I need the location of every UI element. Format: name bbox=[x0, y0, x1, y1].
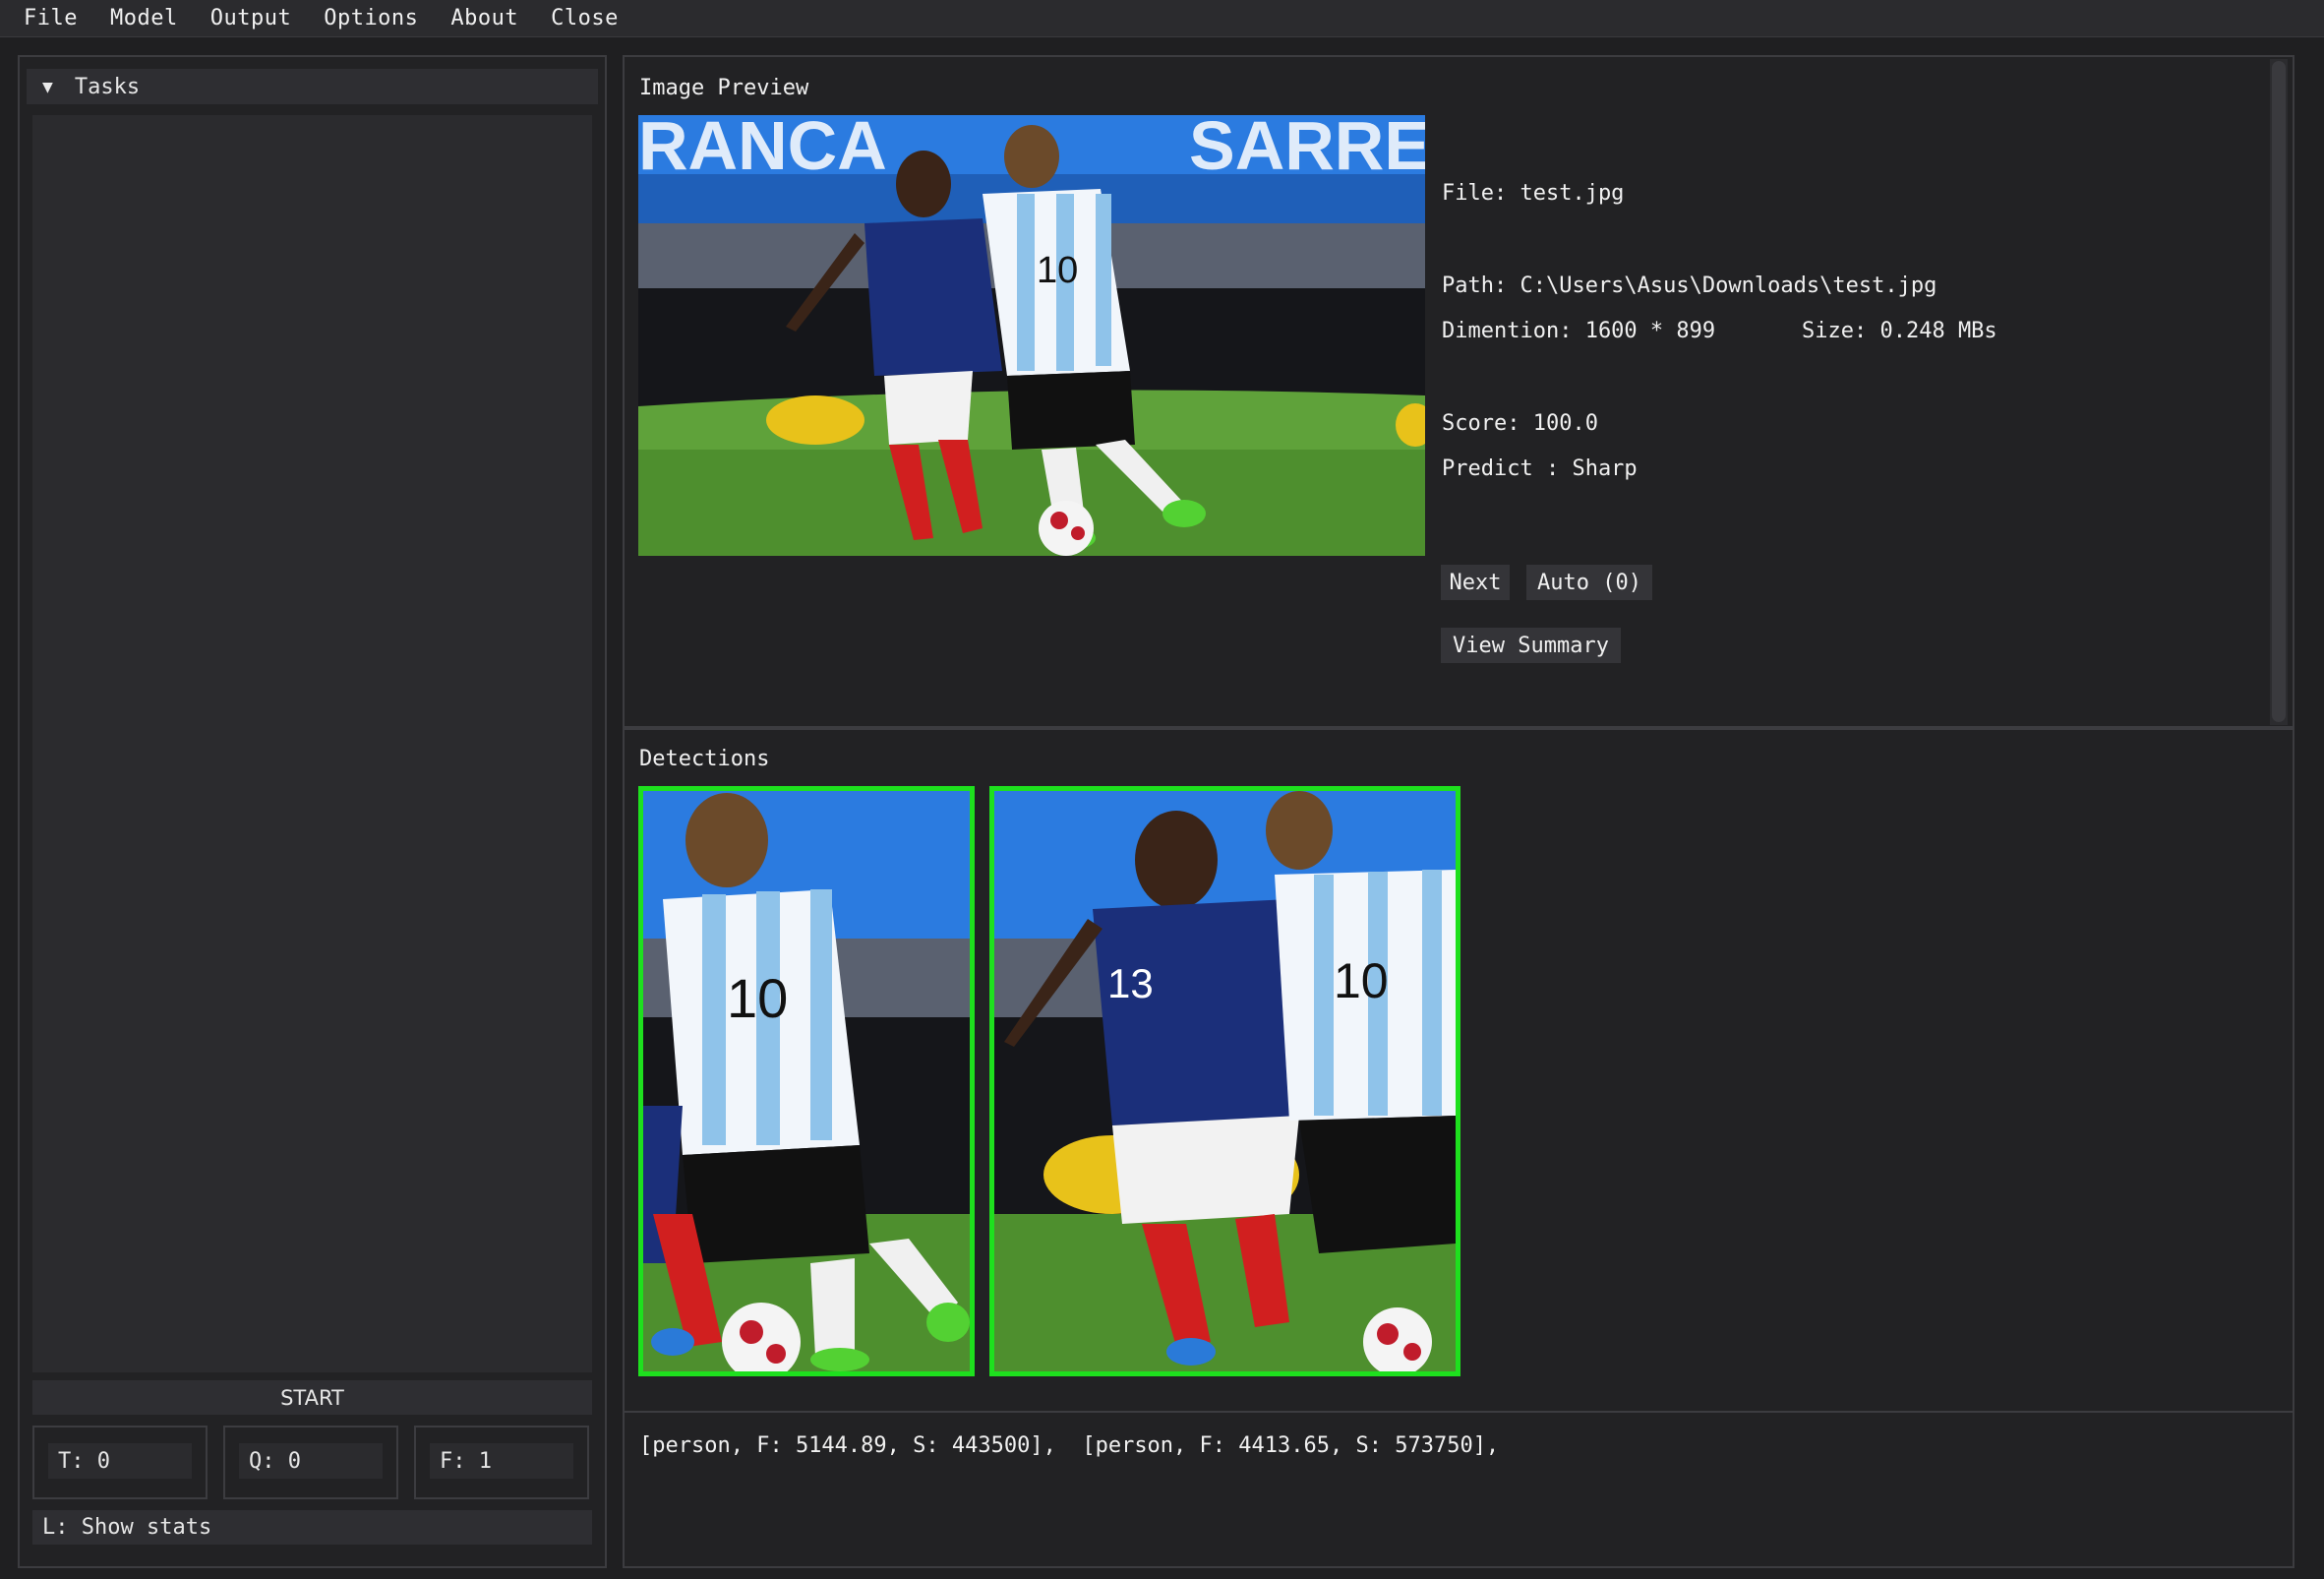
triangle-down-icon[interactable]: ▼ bbox=[42, 77, 53, 97]
stat-q-field[interactable]: Q: 0 bbox=[239, 1443, 383, 1479]
detections-divider bbox=[625, 1411, 2293, 1413]
preview-image: RANCA SARRE 10 bbox=[638, 115, 1425, 556]
svg-text:10: 10 bbox=[1334, 953, 1389, 1008]
stat-box-t: T: 0 bbox=[32, 1426, 208, 1499]
svg-text:10: 10 bbox=[1037, 250, 1078, 291]
info-score: Score: 100.0 bbox=[1442, 411, 1598, 436]
info-predict: Predict : Sharp bbox=[1442, 456, 1638, 481]
menu-bar: File Model Output Options About Close bbox=[0, 0, 2324, 37]
detection-results-text: [person, F: 5144.89, S: 443500], [person… bbox=[639, 1433, 1500, 1458]
tasks-header-label: Tasks bbox=[74, 74, 141, 99]
info-dimension: Dimention: 1600 * 899 bbox=[1442, 319, 1716, 343]
menu-close[interactable]: Close bbox=[551, 6, 619, 30]
tasks-header[interactable]: ▼ Tasks bbox=[27, 69, 598, 104]
svg-text:SARRE: SARRE bbox=[1189, 115, 1425, 184]
show-stats-toggle[interactable]: L: Show stats bbox=[32, 1510, 592, 1545]
menu-file[interactable]: File bbox=[24, 6, 78, 30]
start-button[interactable]: START bbox=[32, 1380, 592, 1415]
stat-box-f: F: 1 bbox=[414, 1426, 589, 1499]
image-preview-title: Image Preview bbox=[639, 76, 809, 100]
info-path: Path: C:\Users\Asus\Downloads\test.jpg bbox=[1442, 273, 1937, 298]
view-summary-button[interactable]: View Summary bbox=[1441, 628, 1621, 663]
svg-text:13: 13 bbox=[1107, 960, 1154, 1006]
stat-f-field[interactable]: F: 1 bbox=[430, 1443, 573, 1479]
detection-crop-2: 13 10 bbox=[989, 786, 1460, 1376]
svg-text:10: 10 bbox=[727, 967, 788, 1029]
menu-model[interactable]: Model bbox=[110, 6, 178, 30]
detection-crop-1: 10 bbox=[638, 786, 975, 1376]
menu-options[interactable]: Options bbox=[324, 6, 418, 30]
next-button[interactable]: Next bbox=[1441, 565, 1510, 600]
detections-title: Detections bbox=[639, 747, 770, 771]
info-file: File: test.jpg bbox=[1442, 181, 1625, 206]
auto-button[interactable]: Auto (0) bbox=[1526, 565, 1652, 600]
tasks-list bbox=[32, 115, 592, 1372]
menu-output[interactable]: Output bbox=[210, 6, 291, 30]
info-size: Size: 0.248 MBs bbox=[1802, 319, 1997, 343]
menu-about[interactable]: About bbox=[450, 6, 518, 30]
preview-scrollbar-thumb[interactable] bbox=[2272, 61, 2286, 722]
stat-box-q: Q: 0 bbox=[223, 1426, 398, 1499]
svg-text:RANCA: RANCA bbox=[638, 115, 887, 184]
stat-t-field[interactable]: T: 0 bbox=[48, 1443, 192, 1479]
